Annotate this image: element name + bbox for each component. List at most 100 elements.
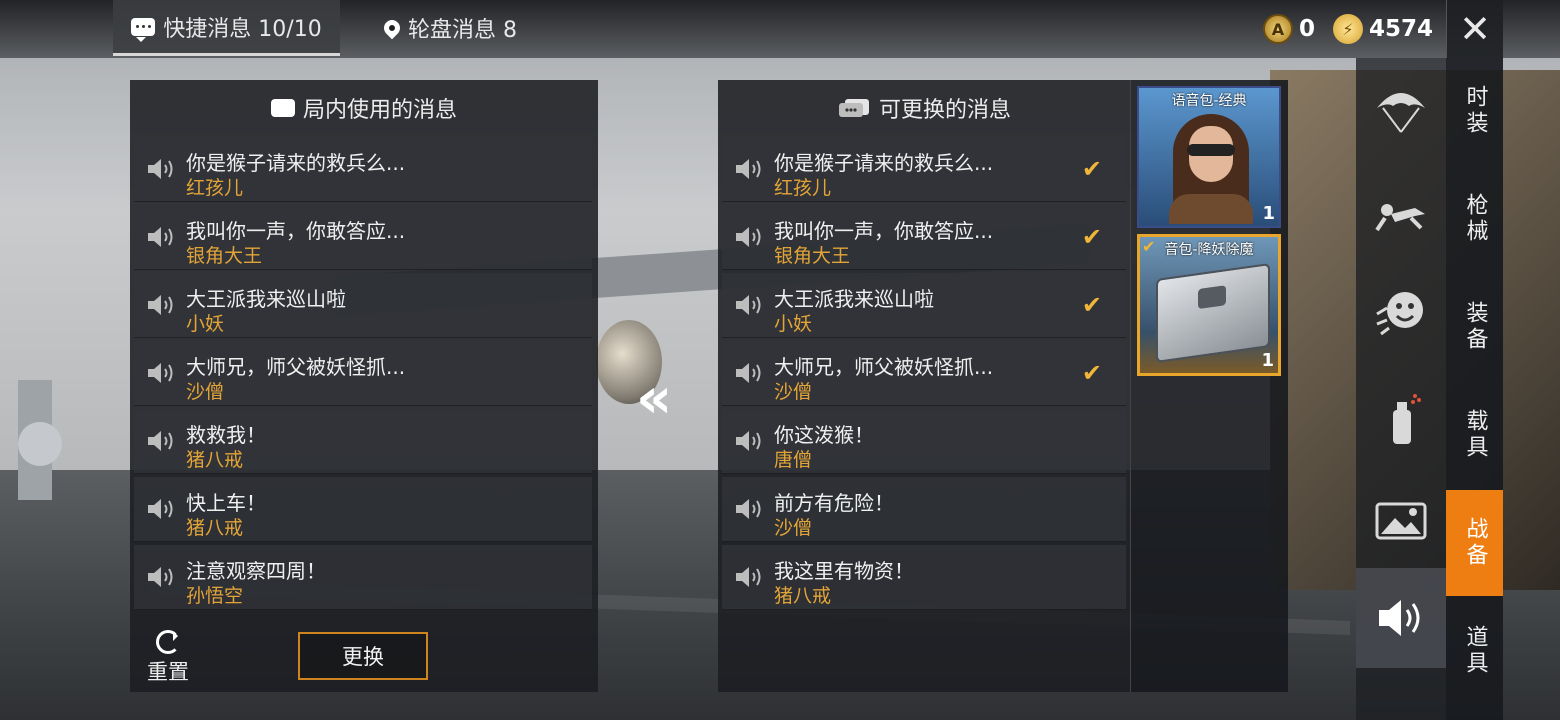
speaker-name: 猪八戒 [774, 585, 832, 607]
panel-title-text: 可更换的消息 [878, 98, 1011, 123]
speaker-name: 银角大王 [186, 245, 263, 267]
message-row[interactable]: 前方有危险！ 沙僧 [722, 477, 1126, 542]
category-combat-prep[interactable]: 战备 [1446, 490, 1503, 596]
character-portrait [1169, 110, 1253, 224]
message-stack-icon [838, 99, 869, 117]
speaker-name: 小妖 [186, 313, 225, 335]
message-row[interactable]: 我叫你一声，你敢答应... 银角大王 [134, 205, 592, 270]
speaker-icon [736, 159, 761, 179]
gallery-icon[interactable] [1371, 490, 1431, 550]
speaker-icon [148, 363, 173, 383]
category-vehicles[interactable]: 载具 [1446, 382, 1503, 488]
tab-quick-messages[interactable]: 快捷消息 10/10 [113, 0, 340, 56]
speaker-name: 银角大王 [774, 245, 851, 267]
double-chevron-left-icon[interactable]: « [636, 366, 672, 431]
message-row[interactable]: 我叫你一声，你敢答应... 银角大王 ✔ [722, 205, 1126, 270]
voice-pack-classic[interactable]: 语音包-经典 1 [1137, 86, 1281, 228]
speaker-icon [148, 295, 173, 315]
message-row[interactable]: 我这里有物资！ 猪八戒 [722, 545, 1126, 610]
message-text: 救救我！ [186, 423, 266, 447]
replaceable-messages-panel: 可更换的消息 你是猴子请来的救兵么... 红孩儿 ✔ 我叫你一声，你敢答应... 银角大… [718, 80, 1130, 692]
message-row[interactable]: 救救我！ 猪八戒 [134, 409, 592, 474]
speaker-name: 唐僧 [774, 449, 813, 471]
speaker-icon [736, 363, 761, 383]
message-row[interactable]: 你是猴子请来的救兵么... 红孩儿 [134, 137, 592, 202]
radar-dome [18, 422, 62, 466]
message-text: 大王派我来巡山啦 [186, 287, 346, 311]
speaker-icon [736, 431, 761, 451]
swap-label: 更换 [342, 645, 384, 669]
swap-button[interactable]: 更换 [298, 632, 428, 680]
panel-title: 可更换的消息 [718, 80, 1130, 136]
skydiver-icon[interactable] [1371, 184, 1431, 244]
message-row[interactable]: 你这泼猴！ 唐僧 [722, 409, 1126, 474]
message-text: 你是猴子请来的救兵么... [774, 151, 994, 175]
voice-pack-count: 1 [1261, 350, 1274, 371]
message-text: 大师兄，师父被妖怪抓... [186, 355, 406, 379]
message-row[interactable]: 你是猴子请来的救兵么... 红孩儿 ✔ [722, 137, 1126, 202]
chat-bubble-icon [131, 17, 156, 42]
category-weapons[interactable]: 枪械 [1446, 166, 1503, 272]
check-icon: ✔ [1081, 223, 1102, 251]
message-row[interactable]: 大王派我来巡山啦 小妖 ✔ [722, 273, 1126, 338]
message-text: 快上车！ [186, 491, 266, 515]
category-items[interactable]: 道具 [1446, 598, 1503, 704]
panel-title: 局内使用的消息 [130, 80, 598, 136]
panel-title-text: 局内使用的消息 [302, 98, 457, 123]
message-text: 你这泼猴！ [774, 423, 874, 447]
speaker-icon[interactable] [1371, 588, 1431, 648]
category-equipment[interactable]: 装备 [1446, 274, 1503, 380]
reset-button[interactable]: 重置 [146, 630, 190, 686]
speaker-icon [736, 499, 761, 519]
message-text: 注意观察四周！ [186, 559, 326, 583]
reset-label: 重置 [147, 660, 189, 684]
message-row[interactable]: 大王派我来巡山啦 小妖 [134, 273, 592, 338]
message-text: 我叫你一声，你敢答应... [774, 219, 994, 243]
voice-pack-demon-slayer[interactable]: ✔ 音包-降妖除魔 1 [1137, 234, 1281, 376]
spray-can-icon[interactable] [1371, 388, 1431, 448]
speaker-name: 红孩儿 [774, 177, 832, 199]
category-sidebar: 时装 枪械 装备 载具 战备 道具 [1446, 58, 1503, 720]
tab-label: 快捷消息 10/10 [163, 16, 322, 42]
speaker-name: 沙僧 [774, 381, 813, 403]
parachute-icon[interactable] [1371, 78, 1431, 138]
tab-wheel-messages[interactable]: 轮盘消息 8 [380, 0, 517, 56]
top-bar: 快捷消息 10/10 轮盘消息 8 A 0 ⚡ 4574 ✕ [0, 0, 1560, 58]
category-label: 枪械 [1462, 193, 1488, 245]
in-game-messages-panel: 局内使用的消息 你是猴子请来的救兵么... 红孩儿 我叫你一声，你敢答应... 银角大… [130, 80, 598, 692]
check-icon: ✔ [1081, 359, 1102, 387]
voice-pack-name: 音包-降妖除魔 [1164, 242, 1254, 258]
voice-pack-count: 1 [1262, 203, 1275, 224]
check-icon: ✔ [1081, 291, 1102, 319]
coin-a-icon: A [1263, 14, 1293, 44]
speaker-icon [148, 567, 173, 587]
emote-icon[interactable] [1371, 284, 1431, 344]
speaker-icon [148, 159, 173, 179]
category-fashion[interactable]: 时装 [1446, 58, 1503, 164]
speaker-name: 小妖 [774, 313, 813, 335]
speaker-name: 沙僧 [186, 381, 225, 403]
speaker-icon [148, 431, 173, 451]
voice-pack-list: 语音包-经典 1 ✔ 音包-降妖除魔 1 [1130, 80, 1288, 692]
crate-image [1156, 262, 1270, 364]
category-label: 战备 [1462, 517, 1488, 569]
category-label: 道具 [1462, 625, 1488, 677]
voice-pack-name: 语音包-经典 [1171, 93, 1247, 109]
message-text: 我叫你一声，你敢答应... [186, 219, 406, 243]
message-text: 前方有危险！ [774, 491, 894, 515]
speaker-name: 猪八戒 [186, 517, 244, 539]
message-text: 我这里有物资！ [774, 559, 914, 583]
message-row[interactable]: 快上车！ 猪八戒 [134, 477, 592, 542]
speaker-icon [736, 567, 761, 587]
close-button[interactable]: ✕ [1446, 0, 1503, 58]
speaker-icon [736, 227, 761, 247]
coin-b-icon: ⚡ [1333, 14, 1363, 44]
message-row[interactable]: 大师兄，师父被妖怪抓... 沙僧 ✔ [722, 341, 1126, 406]
refresh-icon [156, 630, 180, 654]
message-row[interactable]: 大师兄，师父被妖怪抓... 沙僧 [134, 341, 592, 406]
chat-bubble-icon [270, 99, 295, 117]
currency-b-value: 4574 [1369, 16, 1434, 42]
speaker-name: 沙僧 [774, 517, 813, 539]
message-row[interactable]: 注意观察四周！ 孙悟空 [134, 545, 592, 610]
speaker-name: 红孩儿 [186, 177, 244, 199]
